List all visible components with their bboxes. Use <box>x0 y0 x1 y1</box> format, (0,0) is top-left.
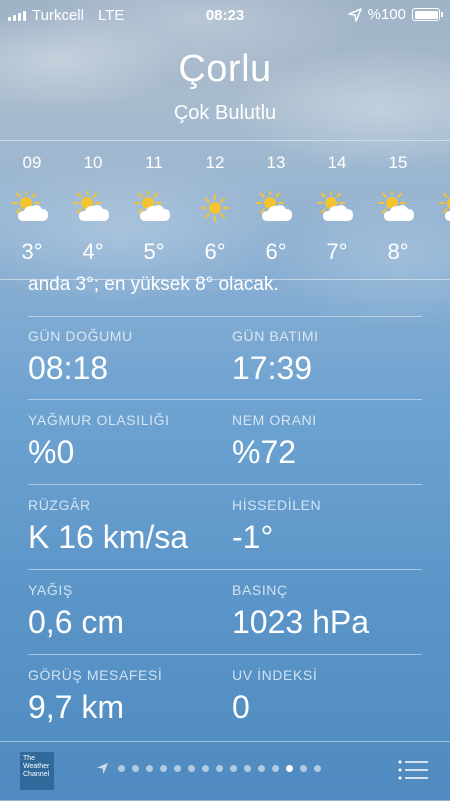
page-dot[interactable] <box>216 765 223 772</box>
detail-item: UV İNDEKSİ 0 <box>232 667 422 726</box>
page-dot[interactable] <box>258 765 265 772</box>
weather-condition: Çok Bulutlu <box>173 102 277 124</box>
daily-summary: anda 3°; en yüksek 8° olacak. <box>28 274 279 295</box>
partly-cloudy-icon <box>12 191 48 221</box>
detail-label: YAĞMUR OLASILIĞI <box>28 412 170 428</box>
page-dot[interactable] <box>146 765 153 772</box>
detail-value: 08:18 <box>28 350 109 386</box>
partly-cloudy-icon <box>134 191 170 221</box>
hour-temperature: 7° <box>326 239 348 264</box>
hour-label: 10 <box>83 153 103 172</box>
detail-value: 9,7 km <box>28 689 125 725</box>
divider <box>28 399 422 400</box>
detail-item: RÜZGÂR K 16 km/sa <box>28 497 218 556</box>
detail-label: RÜZGÂR <box>28 497 91 513</box>
page-dot[interactable] <box>244 765 251 772</box>
detail-label: GÜN BATIMI <box>232 328 319 344</box>
hour-label: 13 <box>266 153 286 172</box>
divider <box>28 316 422 317</box>
hour-temperature: 8° <box>387 239 409 264</box>
page-indicator[interactable] <box>96 762 321 775</box>
hourly-item-partial <box>429 141 450 265</box>
detail-value: 0 <box>232 689 250 725</box>
detail-item: BASINÇ 1023 hPa <box>232 582 422 641</box>
page-dot[interactable] <box>272 765 279 772</box>
detail-label: UV İNDEKSİ <box>232 667 318 683</box>
hourly-item: 11 5° <box>124 141 184 265</box>
hour-temperature: 3° <box>21 239 43 264</box>
detail-label: HİSSEDİLEN <box>232 497 322 513</box>
page-dot[interactable] <box>300 765 307 772</box>
partly-cloudy-icon <box>256 191 292 221</box>
detail-label: GÜN DOĞUMU <box>28 328 133 344</box>
sun-icon <box>201 194 229 222</box>
city-list-icon[interactable] <box>398 759 428 781</box>
hour-temperature: 6° <box>204 239 226 264</box>
detail-value: K 16 km/sa <box>28 519 189 555</box>
hourly-item: 09 3° <box>2 141 62 265</box>
page-dot[interactable] <box>118 765 125 772</box>
hourly-item: 13 6° <box>246 141 306 265</box>
hour-temperature: 5° <box>143 239 165 264</box>
page-dot[interactable] <box>230 765 237 772</box>
weather-channel-logo[interactable]: The Weather Channel <box>20 752 54 790</box>
page-dot[interactable] <box>188 765 195 772</box>
location-arrow-icon <box>347 7 362 22</box>
hourly-item: 15 8° <box>368 141 428 265</box>
hour-label: 09 <box>22 153 42 172</box>
hourly-item: 12 6° <box>185 141 245 265</box>
page-dot[interactable] <box>174 765 181 772</box>
partly-cloudy-icon <box>317 191 353 221</box>
detail-value: -1° <box>232 519 274 555</box>
detail-label: BASINÇ <box>232 582 288 598</box>
hour-label: 14 <box>327 153 347 172</box>
detail-value: %72 <box>232 434 297 470</box>
hour-label: 15 <box>388 153 408 172</box>
detail-item: YAĞIŞ 0,6 cm <box>28 582 218 641</box>
city-name: Çorlu <box>178 48 272 90</box>
partly-cloudy-icon <box>378 191 414 221</box>
detail-value: 17:39 <box>232 350 313 386</box>
hour-label: 12 <box>205 153 225 172</box>
detail-value: %0 <box>28 434 75 470</box>
battery-icon <box>412 8 443 21</box>
page-dot[interactable] <box>286 765 293 772</box>
divider <box>28 484 422 485</box>
hourly-item: 14 7° <box>307 141 367 265</box>
detail-item: YAĞMUR OLASILIĞI %0 <box>28 412 218 471</box>
partly-cloudy-icon <box>73 191 109 221</box>
detail-label: GÖRÜŞ MESAFESİ <box>28 667 163 683</box>
divider <box>28 569 422 570</box>
current-location-icon <box>96 762 109 775</box>
detail-value: 1023 hPa <box>232 604 370 640</box>
bottom-toolbar: The Weather Channel <box>0 741 450 801</box>
hour-temperature: 4° <box>82 239 104 264</box>
battery-percent: %100 <box>367 6 406 23</box>
detail-item: GÜN BATIMI 17:39 <box>232 328 422 387</box>
hourly-forecast[interactable]: 09 3° 10 4° 11 5° 12 6° 13 6° 14 7° 15 8° <box>0 140 450 280</box>
page-dot[interactable] <box>202 765 209 772</box>
detail-value: 0,6 cm <box>28 604 125 640</box>
detail-label: YAĞIŞ <box>28 582 73 598</box>
detail-label: NEM ORANI <box>232 412 317 428</box>
hourly-item: 10 4° <box>63 141 123 265</box>
detail-item: GÖRÜŞ MESAFESİ 9,7 km <box>28 667 218 726</box>
detail-item: GÜN DOĞUMU 08:18 <box>28 328 218 387</box>
page-dot[interactable] <box>314 765 321 772</box>
page-dot[interactable] <box>132 765 139 772</box>
status-bar: Turkcell LTE 08:23 %100 <box>0 0 450 32</box>
detail-item: NEM ORANI %72 <box>232 412 422 471</box>
detail-item: HİSSEDİLEN -1° <box>232 497 422 556</box>
partly-cloudy-icon <box>439 192 450 221</box>
hour-label: 11 <box>145 153 163 172</box>
page-dot[interactable] <box>160 765 167 772</box>
hour-temperature: 6° <box>265 239 287 264</box>
divider <box>28 654 422 655</box>
